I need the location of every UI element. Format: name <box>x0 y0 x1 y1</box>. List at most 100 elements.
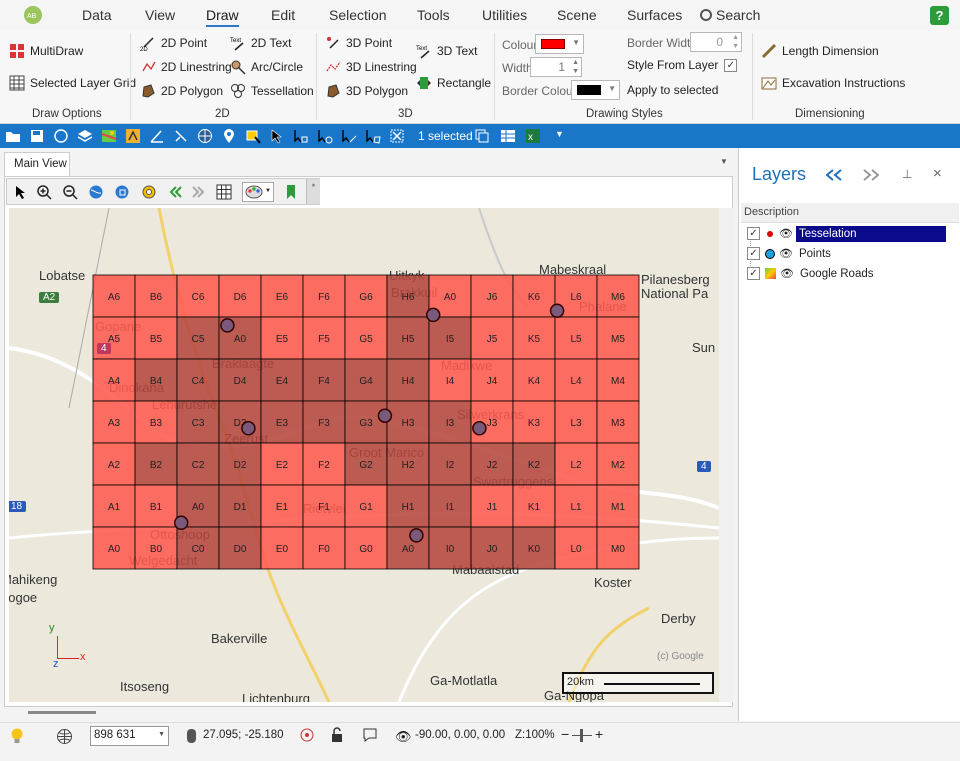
copy-selection-icon[interactable] <box>474 128 490 144</box>
tab-utilities[interactable]: Utilities <box>482 7 527 23</box>
lock-icon[interactable] <box>330 727 344 743</box>
layer-visibility-checkbox[interactable]: ✓ <box>747 227 760 240</box>
settings-gear-icon[interactable] <box>141 184 157 200</box>
tab-selection[interactable]: Selection <box>329 7 387 23</box>
border-colour-picker[interactable]: ▼ <box>571 80 620 100</box>
zoom-slider[interactable] <box>572 729 592 742</box>
style-from-layer-checkbox[interactable]: ✓ <box>724 58 738 72</box>
eye-icon[interactable]: 👁 <box>779 247 793 260</box>
comment-icon[interactable] <box>362 727 378 743</box>
select-node-icon[interactable] <box>293 128 309 144</box>
bookmark-icon[interactable] <box>283 184 299 200</box>
2d-linestring-button[interactable]: 2D Linestring <box>140 59 232 75</box>
colour-picker[interactable]: ▼ <box>535 34 584 54</box>
layer-row-points[interactable]: ✓ 👁 Points <box>747 244 831 263</box>
snap-target-icon[interactable] <box>299 727 315 743</box>
map-point[interactable] <box>409 528 424 543</box>
map-point[interactable] <box>173 515 189 531</box>
layer-visibility-checkbox[interactable]: ✓ <box>747 267 760 280</box>
border-width-stepper[interactable]: 0 ▲ ▼ <box>690 32 742 52</box>
clear-selection-icon[interactable] <box>389 128 405 144</box>
map-canvas[interactable]: LobatseUitkykMabeskraalBrakkuilPilanesbe… <box>9 208 719 702</box>
globe-grid-icon[interactable] <box>56 728 73 745</box>
zoom-in-button[interactable]: + <box>595 726 603 742</box>
3d-text-button[interactable]: Text 3D Text <box>416 43 477 59</box>
layer-row-tesselation[interactable]: ✓ 👁 Tesselation <box>747 224 946 243</box>
zoom-in-icon[interactable] <box>36 184 52 200</box>
lightbulb-icon[interactable] <box>9 727 25 745</box>
globe-full-extent-icon[interactable] <box>88 184 104 200</box>
tab-scene[interactable]: Scene <box>557 7 597 23</box>
back-arrows-icon[interactable] <box>167 184 183 200</box>
select-vertex-icon[interactable] <box>317 128 333 144</box>
eye-icon[interactable]: 👁 <box>780 267 794 280</box>
basemap-dropdown[interactable]: ▼ <box>242 182 274 202</box>
tab-tools[interactable]: Tools <box>417 7 450 23</box>
location-pin-icon[interactable] <box>221 128 237 144</box>
map-point[interactable] <box>549 303 565 318</box>
width-stepper[interactable]: 1 ▲ ▼ <box>530 57 582 77</box>
layer-row-google-roads[interactable]: ✓ 👁 Google Roads <box>747 264 874 283</box>
globe-zoom-layer-icon[interactable] <box>114 184 130 200</box>
tab-view[interactable]: View <box>145 7 175 23</box>
2d-text-button[interactable]: Text 2D Text <box>230 35 291 51</box>
cursor-icon[interactable] <box>269 128 285 144</box>
3d-point-button[interactable]: 3D Point <box>325 35 392 51</box>
zoom-out-button[interactable]: − <box>561 726 569 742</box>
map-point[interactable] <box>377 408 393 423</box>
excel-export-icon[interactable]: x <box>525 128 541 144</box>
zoom-slider-thumb[interactable] <box>580 729 583 742</box>
tab-draw[interactable]: Draw <box>206 7 239 27</box>
2d-polygon-button[interactable]: 2D Polygon <box>140 83 223 99</box>
map-point[interactable] <box>241 421 256 436</box>
globe-icon[interactable] <box>197 128 213 144</box>
pin-icon[interactable]: ⊥ <box>902 167 912 181</box>
3d-linestring-button[interactable]: 3D Linestring <box>325 59 417 75</box>
attribute-table-icon[interactable] <box>500 128 516 144</box>
scale-input[interactable]: 898 631 ▼ <box>90 726 169 746</box>
rectangle-button[interactable]: Rectangle <box>416 75 491 91</box>
2d-point-button[interactable]: 2D 2D Point <box>140 35 207 53</box>
selected-layer-grid-button[interactable]: Selected Layer Grid <box>9 75 136 91</box>
grid-toggle-icon[interactable] <box>216 184 232 200</box>
select-polygon-icon[interactable] <box>365 128 381 144</box>
zoom-out-icon[interactable] <box>62 184 78 200</box>
help-button[interactable]: ? <box>930 6 949 25</box>
length-dimension-button[interactable]: Length Dimension <box>761 43 879 59</box>
collapse-left-icon[interactable] <box>826 169 842 181</box>
style-from-layer-toggle[interactable]: Style From Layer ✓ <box>627 58 741 72</box>
map-point[interactable] <box>425 307 441 323</box>
save-icon[interactable] <box>29 128 45 144</box>
vertical-scrollbar[interactable] <box>719 208 733 702</box>
pointer-icon[interactable] <box>12 184 28 200</box>
layer-visibility-checkbox[interactable]: ✓ <box>747 247 760 260</box>
tab-list-dropdown-icon[interactable]: ▼ <box>720 157 728 166</box>
eye-icon[interactable]: 👁 <box>779 227 793 240</box>
3d-polygon-button[interactable]: 3D Polygon <box>325 83 408 99</box>
excavation-instructions-button[interactable]: Excavation Instructions <box>761 75 905 91</box>
toolbar-overflow-icon[interactable]: ▼ <box>555 129 564 139</box>
map-point[interactable] <box>472 421 487 436</box>
tab-main-view[interactable]: Main View <box>4 152 70 176</box>
layers-icon[interactable] <box>77 128 93 144</box>
forward-arrows-icon[interactable] <box>191 184 207 200</box>
map-point[interactable] <box>220 318 235 333</box>
select-line-icon[interactable] <box>341 128 357 144</box>
folder-icon[interactable] <box>5 128 21 144</box>
tessellation-button[interactable]: Tessellation <box>230 83 314 99</box>
search-button[interactable]: Search <box>700 7 760 23</box>
close-icon[interactable]: × <box>933 165 942 182</box>
apply-to-selected-button[interactable]: Apply to selected <box>627 83 718 97</box>
tab-data[interactable]: Data <box>82 7 112 23</box>
drawing-icon[interactable] <box>125 128 141 144</box>
map-icon[interactable] <box>101 128 117 144</box>
select-rectangle-icon[interactable] <box>245 128 261 144</box>
angle-icon[interactable] <box>149 128 165 144</box>
expand-right-icon[interactable] <box>863 169 879 181</box>
toolbar-pin-tab[interactable]: * <box>306 179 320 204</box>
globe-settings-icon[interactable] <box>53 128 69 144</box>
multidraw-button[interactable]: MultiDraw <box>9 43 83 59</box>
measure-icon[interactable] <box>173 128 189 144</box>
horizontal-scrollbar-thumb[interactable] <box>28 711 96 714</box>
tab-surfaces[interactable]: Surfaces <box>627 7 682 23</box>
